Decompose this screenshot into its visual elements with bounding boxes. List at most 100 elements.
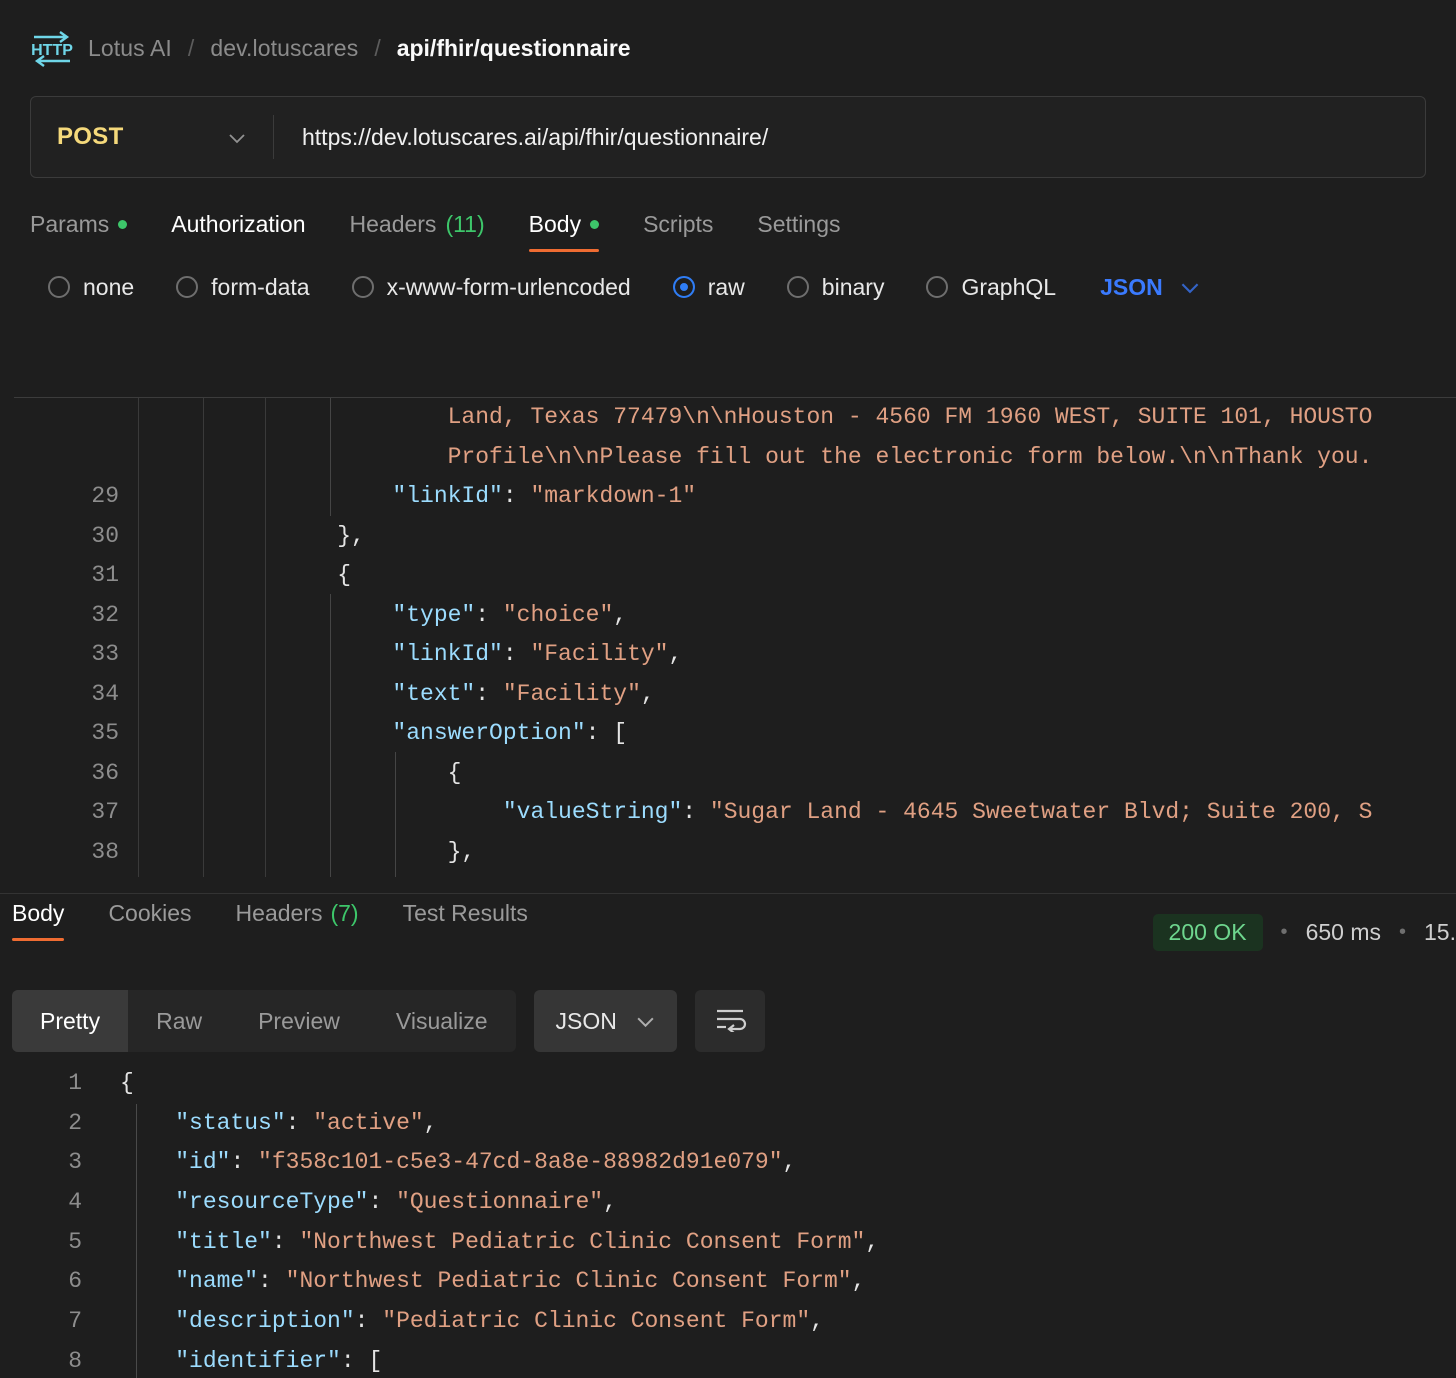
- line-number: 38: [91, 838, 119, 865]
- code-line: 5 "title": "Northwest Pediatric Clinic C…: [0, 1223, 1456, 1263]
- radio-circle-selected-icon: [672, 276, 695, 298]
- response-pane-divider[interactable]: [0, 893, 1456, 894]
- breadcrumb-request-name[interactable]: api/fhir/questionnaire: [397, 35, 631, 62]
- line-number: 37: [91, 799, 119, 825]
- radio-circle-icon: [176, 276, 199, 298]
- radio-circle-icon: [786, 276, 809, 298]
- word-wrap-icon: [713, 1006, 747, 1037]
- tab-settings[interactable]: Settings: [757, 211, 840, 252]
- response-body-viewer[interactable]: 1{2 "status": "active", 3 "id": "f358c101…: [0, 1064, 1456, 1378]
- code-line: 38 },: [14, 833, 1456, 873]
- chevron-down-icon: [1179, 281, 1199, 294]
- tab-body[interactable]: Body: [528, 211, 600, 252]
- status-badge[interactable]: 200 OK: [1152, 914, 1263, 951]
- response-tab-cookies-label: Cookies: [108, 900, 192, 926]
- svg-text:HTTP: HTTP: [31, 42, 73, 59]
- request-tabs: Params Authorization Headers (11) Body S…: [0, 178, 1456, 252]
- line-number: 35: [91, 720, 119, 746]
- code-line-text: "identifier": [: [175, 1347, 383, 1374]
- response-tab-body[interactable]: Body: [12, 900, 65, 941]
- code-line-text: "linkId": "markdown-1": [392, 483, 697, 509]
- unsaved-dot-icon: [118, 220, 128, 229]
- tab-authorization[interactable]: Authorization: [171, 211, 305, 252]
- radio-none[interactable]: none: [48, 274, 134, 301]
- tab-settings-label: Settings: [757, 211, 841, 237]
- response-tab-list: Body Cookies Headers (7) Test Results: [0, 900, 572, 941]
- line-number: 3: [68, 1149, 82, 1176]
- response-tab-cookies[interactable]: Cookies: [108, 900, 191, 941]
- view-raw-button[interactable]: Raw: [128, 990, 230, 1052]
- tab-headers[interactable]: Headers (11): [350, 211, 485, 252]
- breadcrumb-workspace[interactable]: Lotus AI: [88, 35, 172, 62]
- code-line-text: "status": "active",: [175, 1109, 438, 1136]
- response-tab-headers[interactable]: Headers (7): [236, 900, 359, 941]
- radio-graphql[interactable]: GraphQL: [926, 274, 1056, 301]
- radio-raw[interactable]: raw: [672, 273, 745, 301]
- view-preview-button[interactable]: Preview: [230, 990, 368, 1052]
- response-language-selector[interactable]: JSON: [533, 990, 677, 1052]
- url-bar-row: POST https://dev.lotuscares.ai/api/fhir/…: [0, 96, 1456, 178]
- code-line-text: "text": "Facility",: [392, 680, 655, 707]
- body-type-radio-group: none form-data x-www-form-urlencoded raw…: [0, 252, 1456, 322]
- response-tab-test-results[interactable]: Test Results: [403, 900, 528, 941]
- view-pretty-button[interactable]: Pretty: [12, 990, 129, 1052]
- tab-scripts[interactable]: Scripts: [643, 211, 713, 252]
- url-input[interactable]: https://dev.lotuscares.ai/api/fhir/quest…: [274, 97, 1425, 177]
- radio-none-label: none: [83, 273, 135, 300]
- chevron-down-icon: [635, 1015, 655, 1028]
- code-line: 8 "identifier": [: [0, 1342, 1456, 1378]
- radio-raw-label: raw: [707, 273, 745, 300]
- radio-x-www-form-urlencoded[interactable]: x-www-form-urlencoded: [351, 274, 631, 301]
- request-code-lines: Land, Texas 77479\n\nHouston - 4560 FM 1…: [14, 398, 1456, 872]
- code-line: 6 "name": "Northwest Pediatric Clinic Co…: [0, 1262, 1456, 1302]
- line-number: 30: [91, 522, 119, 549]
- request-body-editor[interactable]: Land, Texas 77479\n\nHouston - 4560 FM 1…: [14, 397, 1456, 877]
- line-number: 33: [91, 641, 119, 667]
- tab-params-label: Params: [30, 211, 110, 237]
- code-line: 3 "id": "f358c101-c5e3-47cd-8a8e-88982d9…: [0, 1143, 1456, 1183]
- response-view-toolbar: Pretty Raw Preview Visualize JSON: [12, 990, 765, 1052]
- url-bar: POST https://dev.lotuscares.ai/api/fhir/…: [30, 96, 1426, 178]
- code-line: Land, Texas 77479\n\nHouston - 4560 FM 1…: [14, 398, 1456, 438]
- response-time[interactable]: 650 ms: [1306, 919, 1381, 946]
- tab-params[interactable]: Params: [30, 211, 128, 252]
- chevron-down-icon: [227, 131, 247, 144]
- code-line-text: },: [282, 838, 476, 865]
- unsaved-dot-icon: [590, 220, 600, 229]
- breadcrumb-collection[interactable]: dev.lotuscares: [210, 35, 358, 62]
- http-method-selector[interactable]: POST: [31, 97, 273, 177]
- code-line-text: Profile\n\nPlease fill out the electroni…: [282, 443, 1373, 470]
- tab-headers-label: Headers: [349, 211, 437, 237]
- word-wrap-button[interactable]: [694, 990, 765, 1052]
- view-visualize-button[interactable]: Visualize: [368, 990, 516, 1052]
- meta-bullet-icon: •: [1399, 921, 1407, 943]
- breadcrumb: HTTP Lotus AI / dev.lotuscares / api/fhi…: [0, 0, 1456, 96]
- radio-binary[interactable]: binary: [786, 274, 884, 301]
- tab-headers-count: (11): [445, 211, 485, 237]
- radio-circle-icon: [351, 276, 374, 298]
- code-line: 35 "answerOption": [: [14, 714, 1456, 754]
- response-tabs: Body Cookies Headers (7) Test Results 20…: [0, 900, 1456, 974]
- code-line-text: "id": "f358c101-c5e3-47cd-8a8e-88982d91e…: [175, 1149, 797, 1176]
- response-tab-headers-count: (7): [330, 900, 359, 926]
- code-line-text: "linkId": "Facility",: [392, 641, 683, 667]
- radio-circle-icon: [926, 276, 949, 298]
- code-line-text: "answerOption": [: [392, 720, 628, 746]
- response-language-label: JSON: [555, 1007, 617, 1034]
- breadcrumb-separator-2: /: [374, 34, 381, 61]
- breadcrumb-separator-1: /: [187, 34, 195, 61]
- line-number: 4: [68, 1189, 82, 1216]
- meta-bullet-icon: •: [1280, 921, 1288, 943]
- body-language-selector[interactable]: JSON: [1100, 274, 1199, 301]
- radio-form-data[interactable]: form-data: [176, 274, 310, 301]
- code-line: 37 "valueString": "Sugar Land - 4645 Swe…: [14, 793, 1456, 833]
- code-line: 32 "type": "choice",: [14, 596, 1456, 636]
- code-line: 33 "linkId": "Facility",: [14, 635, 1456, 675]
- response-size[interactable]: 15.: [1424, 919, 1456, 946]
- code-line-text: {: [282, 562, 352, 588]
- code-line: 2 "status": "active",: [0, 1104, 1456, 1144]
- response-tab-test-results-label: Test Results: [402, 900, 528, 926]
- response-tab-headers-label: Headers: [235, 900, 323, 926]
- response-view-segments: Pretty Raw Preview Visualize: [12, 990, 516, 1052]
- code-line: 30 },: [14, 517, 1456, 557]
